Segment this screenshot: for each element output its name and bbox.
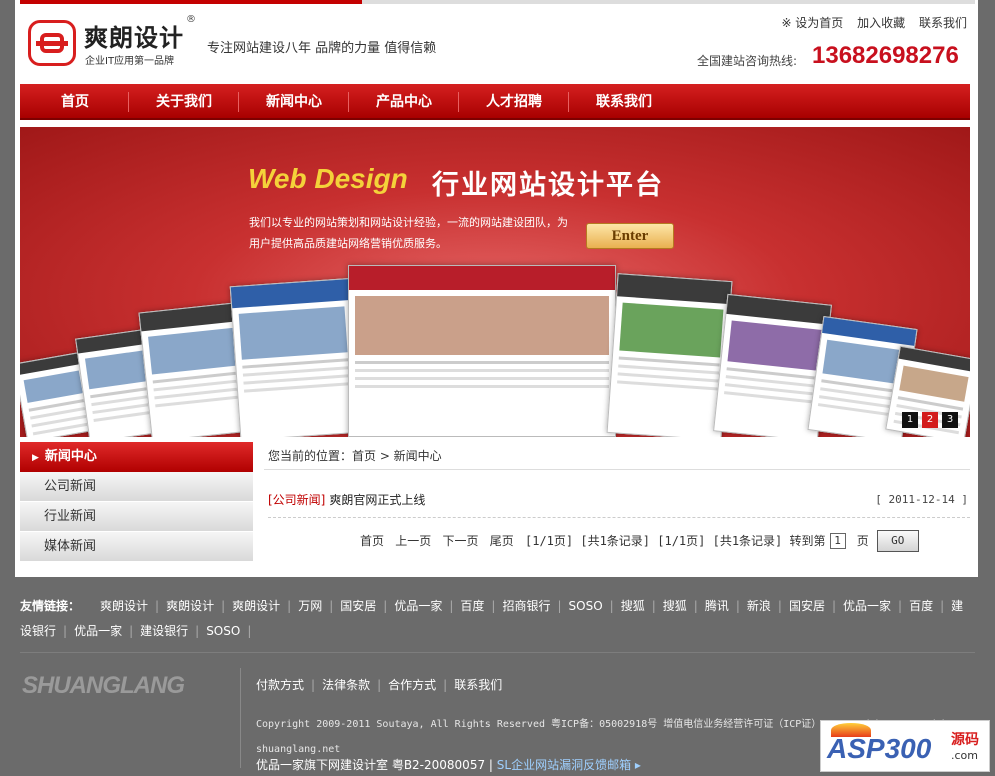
friend-link[interactable]: 优品一家 <box>843 599 891 613</box>
sidebar-heading-label: 新闻中心 <box>44 449 97 464</box>
friend-link[interactable]: 新浪 <box>747 599 771 613</box>
footer-links: 付款方式 | 法律条款 | 合作方式 | 联系我们 <box>256 678 503 692</box>
banner-title-en: Web Design <box>248 163 408 194</box>
go-button[interactable]: GO <box>876 530 919 552</box>
friend-link[interactable]: 招商银行 <box>502 599 550 613</box>
top-accent-line <box>20 0 975 4</box>
header-slogan: 专注网站建设八年 品牌的力量 值得信赖 <box>207 41 437 56</box>
hotline-number: 13682698276 <box>812 42 959 69</box>
page-number-input[interactable]: 1 <box>829 533 846 549</box>
website-screenshot-image <box>606 273 733 437</box>
watermark-yuan-text: 源码 <box>951 732 979 748</box>
news-list-item: [公司新闻] 爽朗官网正式上线 [ 2011-12-14 ] <box>268 490 970 518</box>
nav-item-about[interactable]: 关于我们 <box>129 84 239 120</box>
pager-info: [1/1页] [共1条记录] [1/1页] [共1条记录] 转到第 <box>525 533 826 548</box>
friend-link[interactable]: 搜狐 <box>621 599 645 613</box>
friend-link[interactable]: 搜狐 <box>663 599 687 613</box>
sidebar-item-industry-news[interactable]: 行业新闻 <box>20 502 253 532</box>
friend-links-label: 友情链接： <box>20 599 81 613</box>
pager-last-link[interactable]: 尾页 <box>490 534 514 548</box>
friend-link[interactable]: 腾讯 <box>705 599 729 613</box>
slide-indicator: 123 <box>898 411 958 428</box>
footer-bottom: 优品一家旗下网建设计室 粤B2-20080057 | SL企业网站漏洞反馈邮箱 … <box>256 758 641 772</box>
pager-next-link[interactable]: 下一页 <box>443 534 479 548</box>
pager-prev-link[interactable]: 上一页 <box>395 534 431 548</box>
slide-dot-3[interactable]: 3 <box>942 412 958 428</box>
pager-suffix: 页 <box>856 533 869 548</box>
footer-vertical-divider <box>240 668 241 768</box>
pager-first-link[interactable]: 首页 <box>360 534 384 548</box>
banner-description: 我们以专业的网站策划和网站设计经验，一流的网站建设团队，为用户提供高品质建站网络… <box>249 216 568 250</box>
sidebar: ▶ 新闻中心 公司新闻 行业新闻 媒体新闻 <box>20 442 253 562</box>
footer-bottom-text: 优品一家旗下网建设计室 粤B2-20080057 <box>256 758 486 772</box>
feedback-email-link[interactable]: SL企业网站漏洞反馈邮箱 ▸ <box>497 758 641 772</box>
site-logo[interactable]: 爽朗设计 ® 企业IT应用第一品牌 <box>28 14 198 68</box>
friend-link[interactable]: 国安居 <box>789 599 825 613</box>
sidebar-item-company-news[interactable]: 公司新闻 <box>20 472 253 502</box>
friend-link[interactable]: 百度 <box>909 599 933 613</box>
news-date: [ 2011-12-14 ] <box>875 493 968 506</box>
friend-link[interactable]: 爽朗设计 <box>232 599 280 613</box>
footer-link-cooperation[interactable]: 合作方式 <box>388 678 436 692</box>
friend-link[interactable]: SOSO <box>206 624 240 638</box>
friend-link[interactable]: 爽朗设计 <box>166 599 214 613</box>
pagination: 首页 上一页 下一页 尾页 [1/1页] [共1条记录] [1/1页] [共1条… <box>360 530 923 552</box>
footer-logo: SHUANGLANG <box>22 672 185 699</box>
add-favorite-link[interactable]: 加入收藏 <box>857 16 905 30</box>
main-content: 您当前的位置：首页 > 新闻中心 [公司新闻] 爽朗官网正式上线 [ 2011-1… <box>264 442 970 552</box>
triangle-right-icon: ▶ <box>32 453 39 463</box>
nav-item-home[interactable]: 首页 <box>20 84 130 120</box>
slide-dot-2[interactable]: 2 <box>922 412 938 428</box>
main-nav: 首页 关于我们 新闻中心 产品中心 人才招聘 联系我们 <box>20 84 970 120</box>
footer-link-legal[interactable]: 法律条款 <box>322 678 370 692</box>
friend-link[interactable]: 国安居 <box>340 599 376 613</box>
watermark-com-text: .com <box>951 749 978 762</box>
nav-item-contact[interactable]: 联系我们 <box>569 84 679 120</box>
website-screenshot-image <box>348 265 616 437</box>
nav-item-news[interactable]: 新闻中心 <box>239 84 349 120</box>
news-title-link[interactable]: 爽朗官网正式上线 <box>329 493 425 507</box>
slide-dot-1[interactable]: 1 <box>902 412 918 428</box>
nav-item-jobs[interactable]: 人才招聘 <box>459 84 569 120</box>
logo-tagline: 企业IT应用第一品牌 <box>85 56 175 67</box>
contact-us-link[interactable]: 联系我们 <box>919 16 967 30</box>
sidebar-item-media-news[interactable]: 媒体新闻 <box>20 532 253 562</box>
friend-link[interactable]: 万网 <box>298 599 322 613</box>
friend-links: 友情链接： 爽朗设计 | 爽朗设计 | 爽朗设计 | 万网 | 国安居 | 优品一家 | 百度 | 招商银行 |… <box>20 599 964 638</box>
enter-button[interactable]: Enter <box>586 223 674 249</box>
logo-name: 爽朗设计 <box>84 24 184 52</box>
friend-link[interactable]: 百度 <box>460 599 484 613</box>
asp300-watermark-logo: ASP300 源码 .com <box>820 720 990 772</box>
hotline-label: 全国建站咨询热线: <box>697 54 798 68</box>
watermark-asp-text: ASP300 <box>827 733 932 764</box>
breadcrumb: 您当前的位置：首页 > 新闻中心 <box>264 442 970 470</box>
friend-link[interactable]: 优品一家 <box>394 599 442 613</box>
footer-link-contact[interactable]: 联系我们 <box>454 678 502 692</box>
friend-link[interactable]: 建设银行 <box>140 624 188 638</box>
top-links: ※ 设为首页 加入收藏 联系我们 <box>771 14 967 31</box>
set-homepage-link[interactable]: ※ 设为首页 <box>781 16 843 30</box>
friend-link[interactable]: 优品一家 <box>74 624 122 638</box>
footer-divider <box>20 652 975 653</box>
sidebar-heading: ▶ 新闻中心 <box>20 442 253 472</box>
news-category-link[interactable]: [公司新闻] <box>268 493 325 507</box>
friend-link[interactable]: 爽朗设计 <box>100 599 148 613</box>
friend-link[interactable]: SOSO <box>569 599 603 613</box>
banner-title-cn: 行业网站设计平台 <box>432 170 664 201</box>
hero-banner[interactable]: Web Design 行业网站设计平台 我们以专业的网站策划和网站设计经验，一流… <box>20 127 970 437</box>
nav-item-products[interactable]: 产品中心 <box>349 84 459 120</box>
logo-registered-mark: ® <box>186 14 196 25</box>
logo-mark-icon <box>28 20 76 66</box>
website-screenshot-image <box>229 278 361 437</box>
footer-link-payment[interactable]: 付款方式 <box>256 678 304 692</box>
